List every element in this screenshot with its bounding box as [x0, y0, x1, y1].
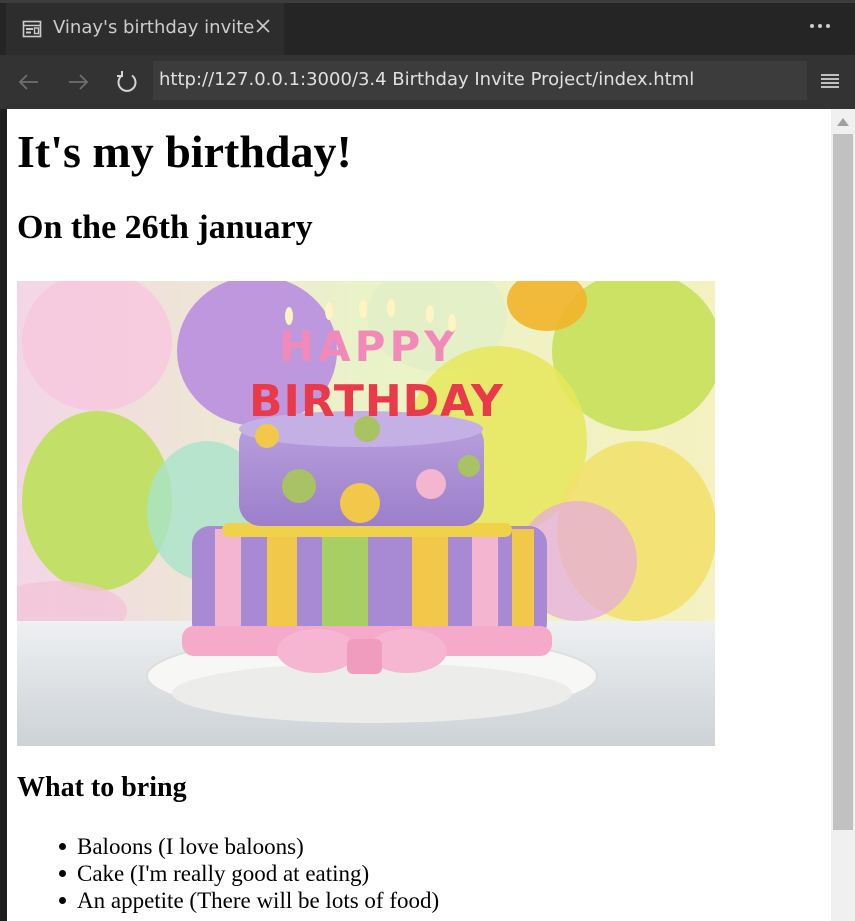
- address-bar[interactable]: http://127.0.0.1:3000/3.4 Birthday Invit…: [153, 61, 807, 100]
- browser-tab[interactable]: Vinay's birthday invite: [6, 3, 284, 55]
- url-text: http://127.0.0.1:3000/3.4 Birthday Invit…: [159, 69, 695, 90]
- tab-title: Vinay's birthday invite: [53, 17, 255, 38]
- list-item: An appetite (There will be lots of food): [58, 888, 440, 913]
- list-item: Baloons (I love baloons): [58, 833, 439, 860]
- navigation-bar: http://127.0.0.1:3000/3.4 Birthday Invit…: [0, 55, 855, 109]
- more-icon[interactable]: [806, 16, 834, 36]
- tab-bar: Vinay's birthday invite: [0, 0, 855, 55]
- scroll-up-arrow-icon[interactable]: [836, 117, 850, 127]
- page-icon: [22, 20, 42, 38]
- page-title: It's my birthday!: [17, 126, 352, 177]
- page-subtitle: On the 26th january: [17, 209, 313, 246]
- what-to-bring-heading: What to bring: [17, 772, 187, 803]
- cake-text-top: HAPPY: [279, 322, 459, 371]
- vertical-scrollbar[interactable]: [831, 109, 855, 921]
- reload-icon[interactable]: [113, 68, 141, 96]
- bring-list: Baloons (I love baloons) Cake (I'm reall…: [58, 833, 440, 914]
- web-page: It's my birthday! On the 26th january HA…: [7, 109, 831, 921]
- cake-text-bottom: BIRTHDAY: [249, 376, 504, 427]
- back-arrow-icon[interactable]: [15, 68, 43, 96]
- menu-icon[interactable]: [818, 70, 842, 92]
- forward-arrow-icon[interactable]: [64, 68, 92, 96]
- list-item: Cake (I'm really good at eating): [58, 860, 439, 887]
- birthday-cake-image: HAPPY BIRTHDAY: [17, 281, 715, 746]
- scrollbar-thumb[interactable]: [833, 134, 853, 830]
- close-icon[interactable]: [254, 17, 272, 35]
